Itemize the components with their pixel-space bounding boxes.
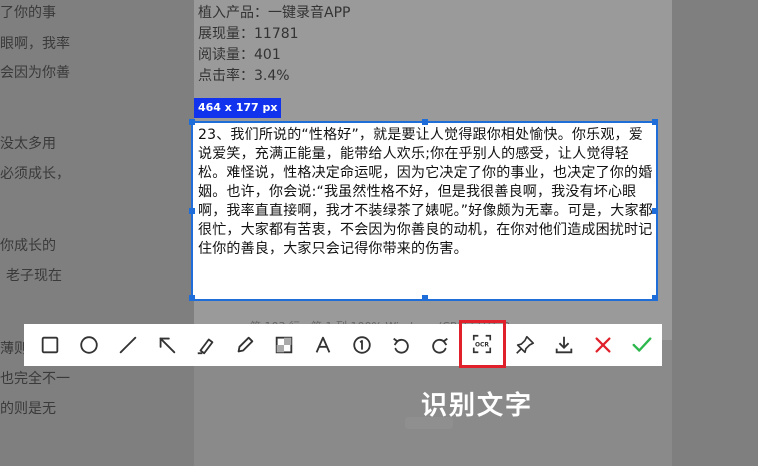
bg-text-line: 你成长的 bbox=[0, 238, 56, 254]
redo-icon bbox=[431, 337, 448, 354]
ocr-glyph: OCR bbox=[475, 341, 489, 348]
resize-handle-right[interactable] bbox=[652, 208, 658, 214]
rectangle-icon bbox=[41, 336, 58, 354]
stat-reads: 阅读量：401 bbox=[198, 47, 281, 63]
bg-text-line: 的则是无 bbox=[0, 401, 56, 417]
bg-text-line: 必须成长， bbox=[0, 166, 70, 182]
mosaic-tool-button[interactable] bbox=[264, 325, 303, 365]
bg-text-line: 没太多用 bbox=[0, 136, 56, 152]
ocr-button[interactable]: OCR bbox=[459, 320, 506, 368]
resize-handle-left[interactable] bbox=[189, 208, 195, 214]
pin-icon bbox=[516, 335, 535, 354]
close-icon bbox=[595, 337, 611, 353]
download-icon bbox=[556, 336, 573, 354]
ocr-scan-icon: OCR bbox=[473, 334, 492, 354]
highlighter-icon bbox=[197, 338, 213, 355]
stat-product: 植入产品：一键录音APP bbox=[198, 5, 351, 21]
selection-size-badge: 464 x 177 px bbox=[194, 98, 282, 118]
undo-icon bbox=[392, 337, 409, 354]
numbered-circle-icon bbox=[352, 336, 371, 354]
line-icon bbox=[119, 336, 136, 354]
redo-button[interactable] bbox=[420, 325, 459, 365]
selected-text: 23、我们所说的“性格好”，就是要让人觉得跟你相处愉快。你乐观，爱说爱笑，充满正… bbox=[198, 127, 653, 257]
screenshot-toolbar: OCR bbox=[24, 320, 662, 368]
resize-handle-bottom-left[interactable] bbox=[189, 295, 195, 301]
resize-handle-bottom[interactable] bbox=[422, 295, 428, 301]
bg-text-line: 会因为你善 bbox=[0, 65, 70, 81]
line-tool-button[interactable] bbox=[108, 325, 147, 365]
marker-tool-button[interactable] bbox=[186, 325, 225, 365]
pin-button[interactable] bbox=[506, 325, 545, 365]
resize-handle-bottom-right[interactable] bbox=[652, 295, 658, 301]
mosaic-icon bbox=[275, 336, 292, 354]
bg-text-line: 眼啊，我率 bbox=[0, 36, 70, 52]
stat-impressions: 展现量：11781 bbox=[198, 26, 299, 42]
capture-selection[interactable]: 23、我们所说的“性格好”，就是要让人觉得跟你相处愉快。你乐观，爱说爱笑，充满正… bbox=[189, 119, 658, 301]
confirm-button[interactable] bbox=[623, 325, 662, 365]
resize-handle-top-right[interactable] bbox=[652, 119, 658, 125]
arrow-tool-button[interactable] bbox=[147, 325, 186, 365]
resize-handle-top[interactable] bbox=[422, 119, 428, 125]
pencil-tool-button[interactable] bbox=[225, 325, 264, 365]
bg-text-line: 老子现在 bbox=[6, 268, 62, 284]
cancel-button[interactable] bbox=[584, 325, 623, 365]
number-marker-tool-button[interactable] bbox=[342, 325, 381, 365]
stat-ctr: 点击率：3.4% bbox=[198, 68, 290, 84]
undo-button[interactable] bbox=[381, 325, 420, 365]
text-a-icon bbox=[315, 336, 330, 353]
text-tool-button[interactable] bbox=[303, 325, 342, 365]
resize-handle-top-left[interactable] bbox=[189, 119, 195, 125]
rectangle-tool-button[interactable] bbox=[30, 325, 69, 365]
circle-icon bbox=[79, 336, 98, 354]
dimmed-right-panel bbox=[672, 0, 758, 466]
bg-text-line: 了你的事 bbox=[0, 5, 56, 21]
save-button[interactable] bbox=[545, 325, 584, 365]
ellipse-tool-button[interactable] bbox=[69, 325, 108, 365]
ocr-tooltip: 识别文字 bbox=[421, 391, 534, 421]
bg-text-line: 也完全不一 bbox=[0, 371, 70, 387]
arrow-icon bbox=[159, 337, 175, 354]
checkmark-icon bbox=[633, 337, 652, 352]
pencil-icon bbox=[237, 336, 253, 353]
